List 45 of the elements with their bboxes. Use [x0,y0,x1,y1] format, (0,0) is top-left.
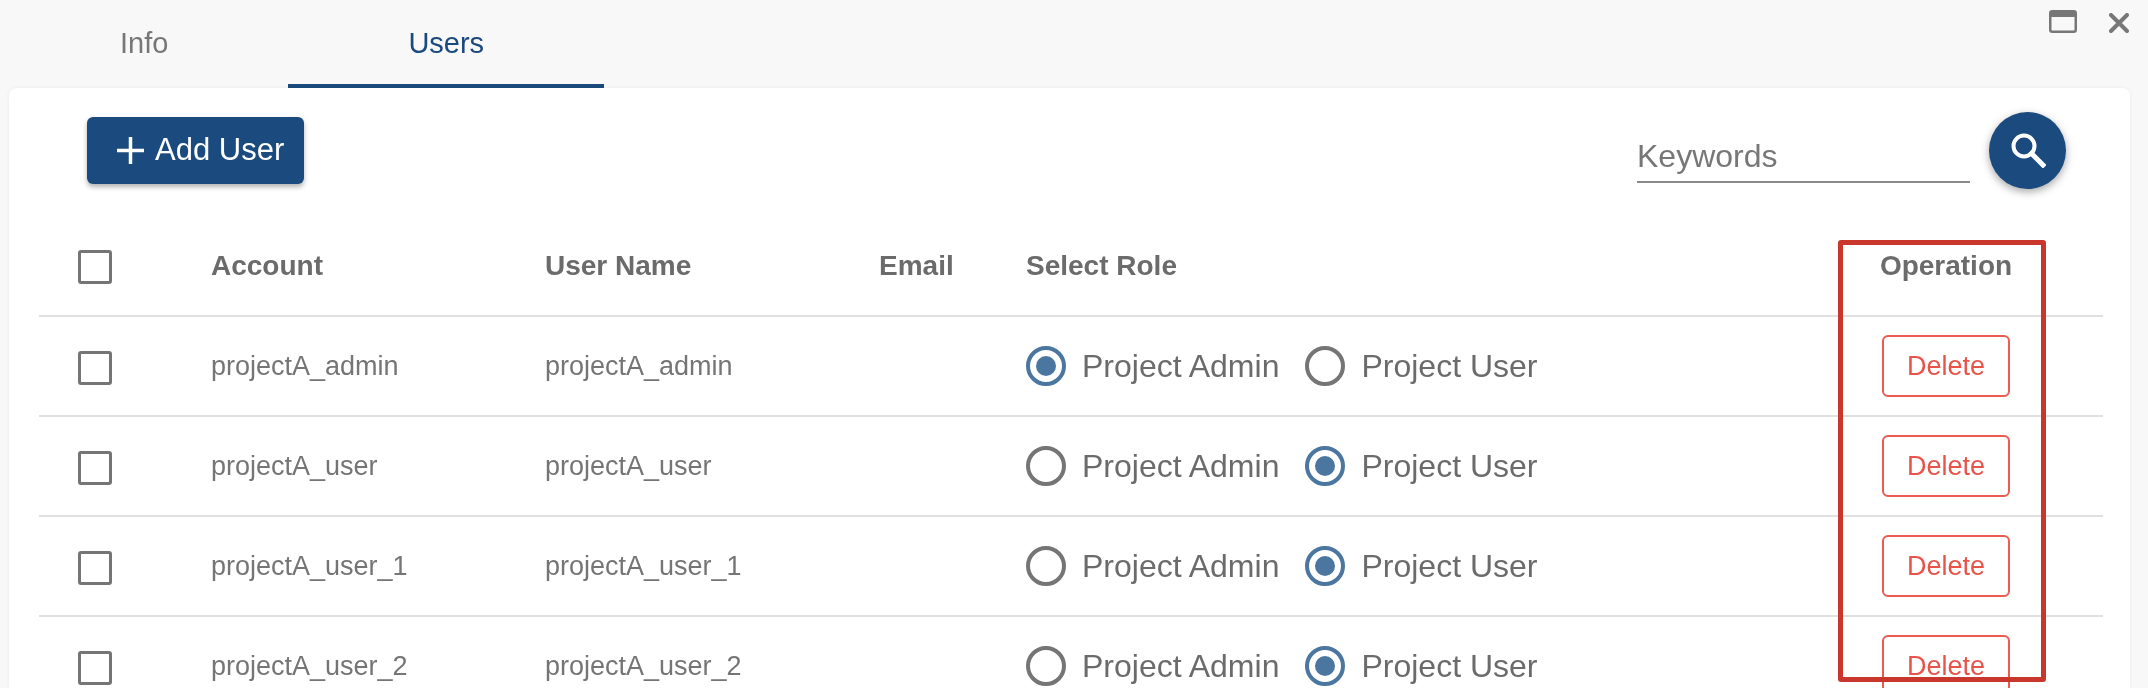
plus-icon [116,135,145,165]
radio-button[interactable] [1305,446,1346,486]
checkbox[interactable] [78,550,112,585]
radio-label[interactable]: Project User [1361,342,1538,390]
column-header: Select Role [1026,249,1177,281]
delete-button[interactable]: Delete [1882,535,2010,597]
table-cell-text: projectA_admin [545,350,733,381]
radio-button[interactable] [1305,346,1346,386]
column-header: Email [879,249,954,281]
radio-label[interactable]: Project Admin [1082,642,1280,688]
table-cell-text: projectA_user_2 [545,650,742,681]
close-icon[interactable] [2109,13,2129,33]
checkbox[interactable] [78,350,112,385]
table-cell-text: projectA_user [545,450,712,481]
radio-button[interactable] [1026,646,1066,686]
checkbox[interactable] [78,450,112,485]
search-button[interactable] [1989,111,2066,189]
radio-button[interactable] [1305,546,1346,586]
table-cell-text: projectA_user_2 [211,650,408,681]
column-header: Account [211,249,323,281]
add-user-button[interactable]: Add User [87,116,305,184]
radio-label[interactable]: Project User [1361,442,1538,490]
tab[interactable]: Info [0,0,289,88]
radio-label[interactable]: Project User [1361,542,1538,590]
search-field[interactable]: Keywords [1637,136,1970,184]
column-header: Operation [1879,249,2013,281]
select-all-checkbox[interactable] [78,250,112,285]
search-icon [2009,132,2046,168]
radio-button[interactable] [1305,646,1346,686]
radio-button[interactable] [1026,446,1066,486]
table-cell-text: projectA_user_1 [211,550,408,581]
radio-label[interactable]: Project Admin [1082,542,1280,590]
checkbox[interactable] [78,650,112,685]
delete-button[interactable]: Delete [1882,435,2010,497]
table-cell-text: projectA_admin [211,350,399,381]
column-header: User Name [545,249,692,281]
radio-button[interactable] [1026,346,1066,386]
table-cell-text: projectA_user_1 [545,550,742,581]
delete-button[interactable]: Delete [1882,335,2010,397]
radio-label[interactable]: Project Admin [1082,342,1280,390]
radio-label[interactable]: Project User [1361,642,1538,688]
radio-label[interactable]: Project Admin [1082,442,1280,490]
maximize-window-icon[interactable] [2049,10,2077,33]
table-cell-text: projectA_user [211,450,378,481]
radio-button[interactable] [1026,546,1066,586]
